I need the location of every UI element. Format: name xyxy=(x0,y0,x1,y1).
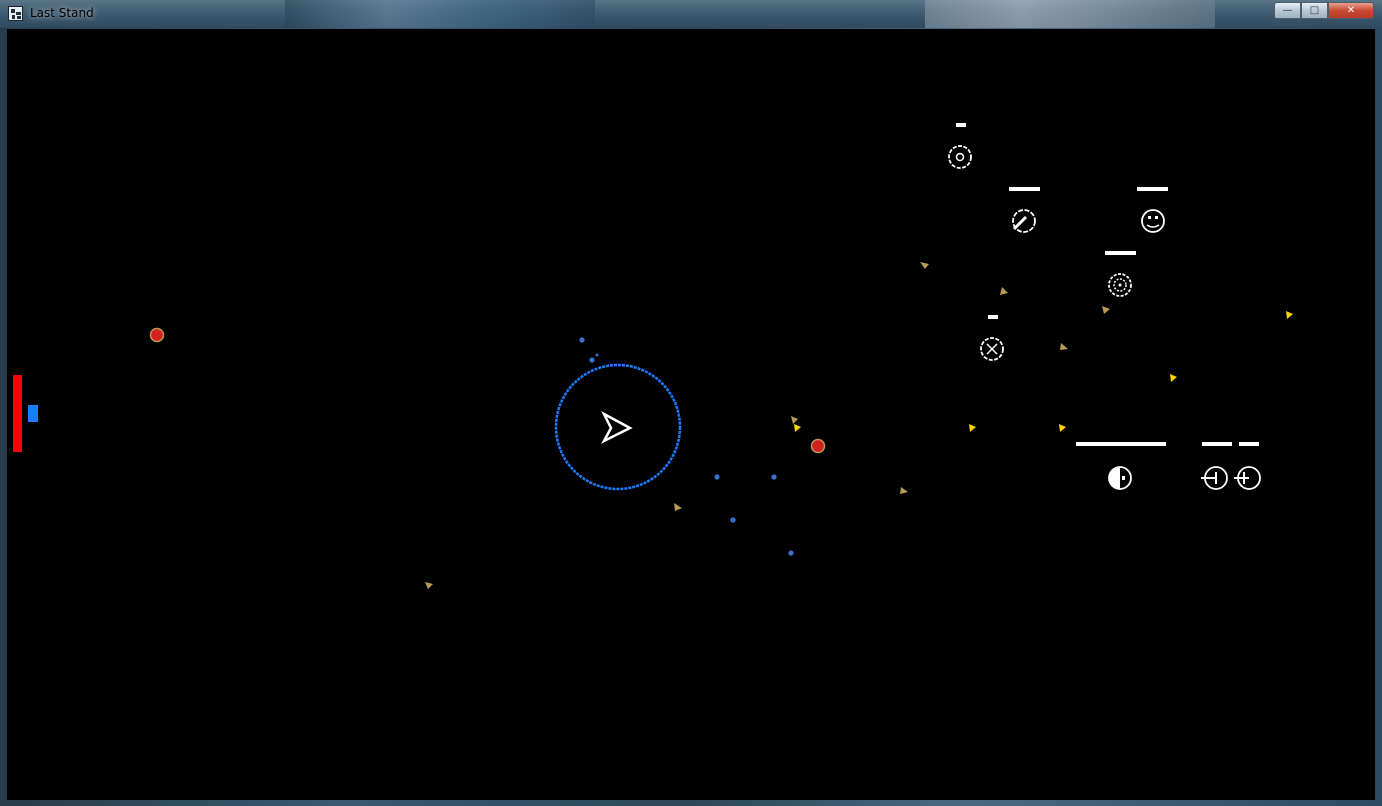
minimize-icon: — xyxy=(1282,5,1293,16)
target-enemy xyxy=(948,123,972,169)
energy-orb xyxy=(579,337,585,343)
debris xyxy=(920,262,929,269)
game-canvas[interactable] xyxy=(7,29,1375,800)
energy-orb xyxy=(595,353,599,357)
red-orb xyxy=(810,438,826,454)
debris xyxy=(674,503,682,511)
enemy-health-bar xyxy=(1239,442,1259,446)
spinner-enemy xyxy=(1105,251,1136,297)
window-controls: — □ ✕ xyxy=(1274,2,1374,20)
energy-orb xyxy=(788,550,794,556)
plug-icon xyxy=(1201,466,1228,490)
ammo-pickup xyxy=(1286,311,1293,319)
maximize-icon: □ xyxy=(1309,5,1320,16)
face-icon xyxy=(1141,209,1165,233)
close-button[interactable]: ✕ xyxy=(1328,2,1374,19)
enemy-health-bar xyxy=(1105,251,1136,255)
player-shield-ring xyxy=(554,363,682,491)
player-ship xyxy=(554,363,682,491)
debris xyxy=(791,416,798,424)
ammo-pickup xyxy=(969,424,976,432)
debris xyxy=(1060,343,1068,350)
ammo-pickup xyxy=(1059,424,1066,432)
target-enemy xyxy=(980,315,1004,361)
enemy-health-bar xyxy=(1009,187,1040,191)
ammo-pickup xyxy=(1170,374,1177,382)
debris xyxy=(425,582,433,589)
crosshair-icon xyxy=(948,145,972,169)
spinner-icon xyxy=(1108,273,1132,297)
titlebar-background-glimpse xyxy=(925,0,1215,28)
energy-orb xyxy=(714,474,720,480)
ammo-pickup xyxy=(794,424,801,432)
plug-enemy xyxy=(1201,442,1232,490)
debris xyxy=(1102,306,1110,314)
maximize-button[interactable]: □ xyxy=(1301,2,1328,19)
shield-bar xyxy=(28,405,38,422)
debris xyxy=(1000,287,1008,295)
enemy-health-bar xyxy=(988,315,998,319)
game-scene xyxy=(13,123,1293,589)
health-bar xyxy=(13,375,22,452)
half-moon-icon xyxy=(1108,466,1132,490)
triangle-ship-icon xyxy=(601,411,633,444)
face-enemy xyxy=(1137,187,1168,233)
enemy-health-bar xyxy=(1137,187,1168,191)
window-title: Last Stand xyxy=(30,6,94,20)
minimize-button[interactable]: — xyxy=(1274,2,1301,19)
enemy-health-bar xyxy=(956,123,966,127)
enemy-health-bar xyxy=(1202,442,1232,446)
game-window: Last Stand — □ ✕ xyxy=(0,0,1382,806)
close-icon: ✕ xyxy=(1346,5,1356,16)
energy-orb xyxy=(730,517,736,523)
cannon-enemy xyxy=(1009,187,1040,233)
red-orb xyxy=(149,327,165,343)
cannon-icon xyxy=(1012,209,1036,233)
title-bar[interactable]: Last Stand — □ ✕ xyxy=(0,0,1382,28)
debris xyxy=(900,487,908,494)
last-stand-app-icon[interactable] xyxy=(8,6,23,21)
plug-icon xyxy=(1234,466,1261,490)
plug-enemy xyxy=(1234,442,1261,490)
titlebar-background-glimpse xyxy=(285,0,595,28)
energy-orb xyxy=(589,357,595,363)
enemy-health-bar xyxy=(1076,442,1166,446)
crosshair-icon xyxy=(980,337,1004,361)
half-moon-enemy xyxy=(1076,442,1166,490)
energy-orb xyxy=(771,474,777,480)
